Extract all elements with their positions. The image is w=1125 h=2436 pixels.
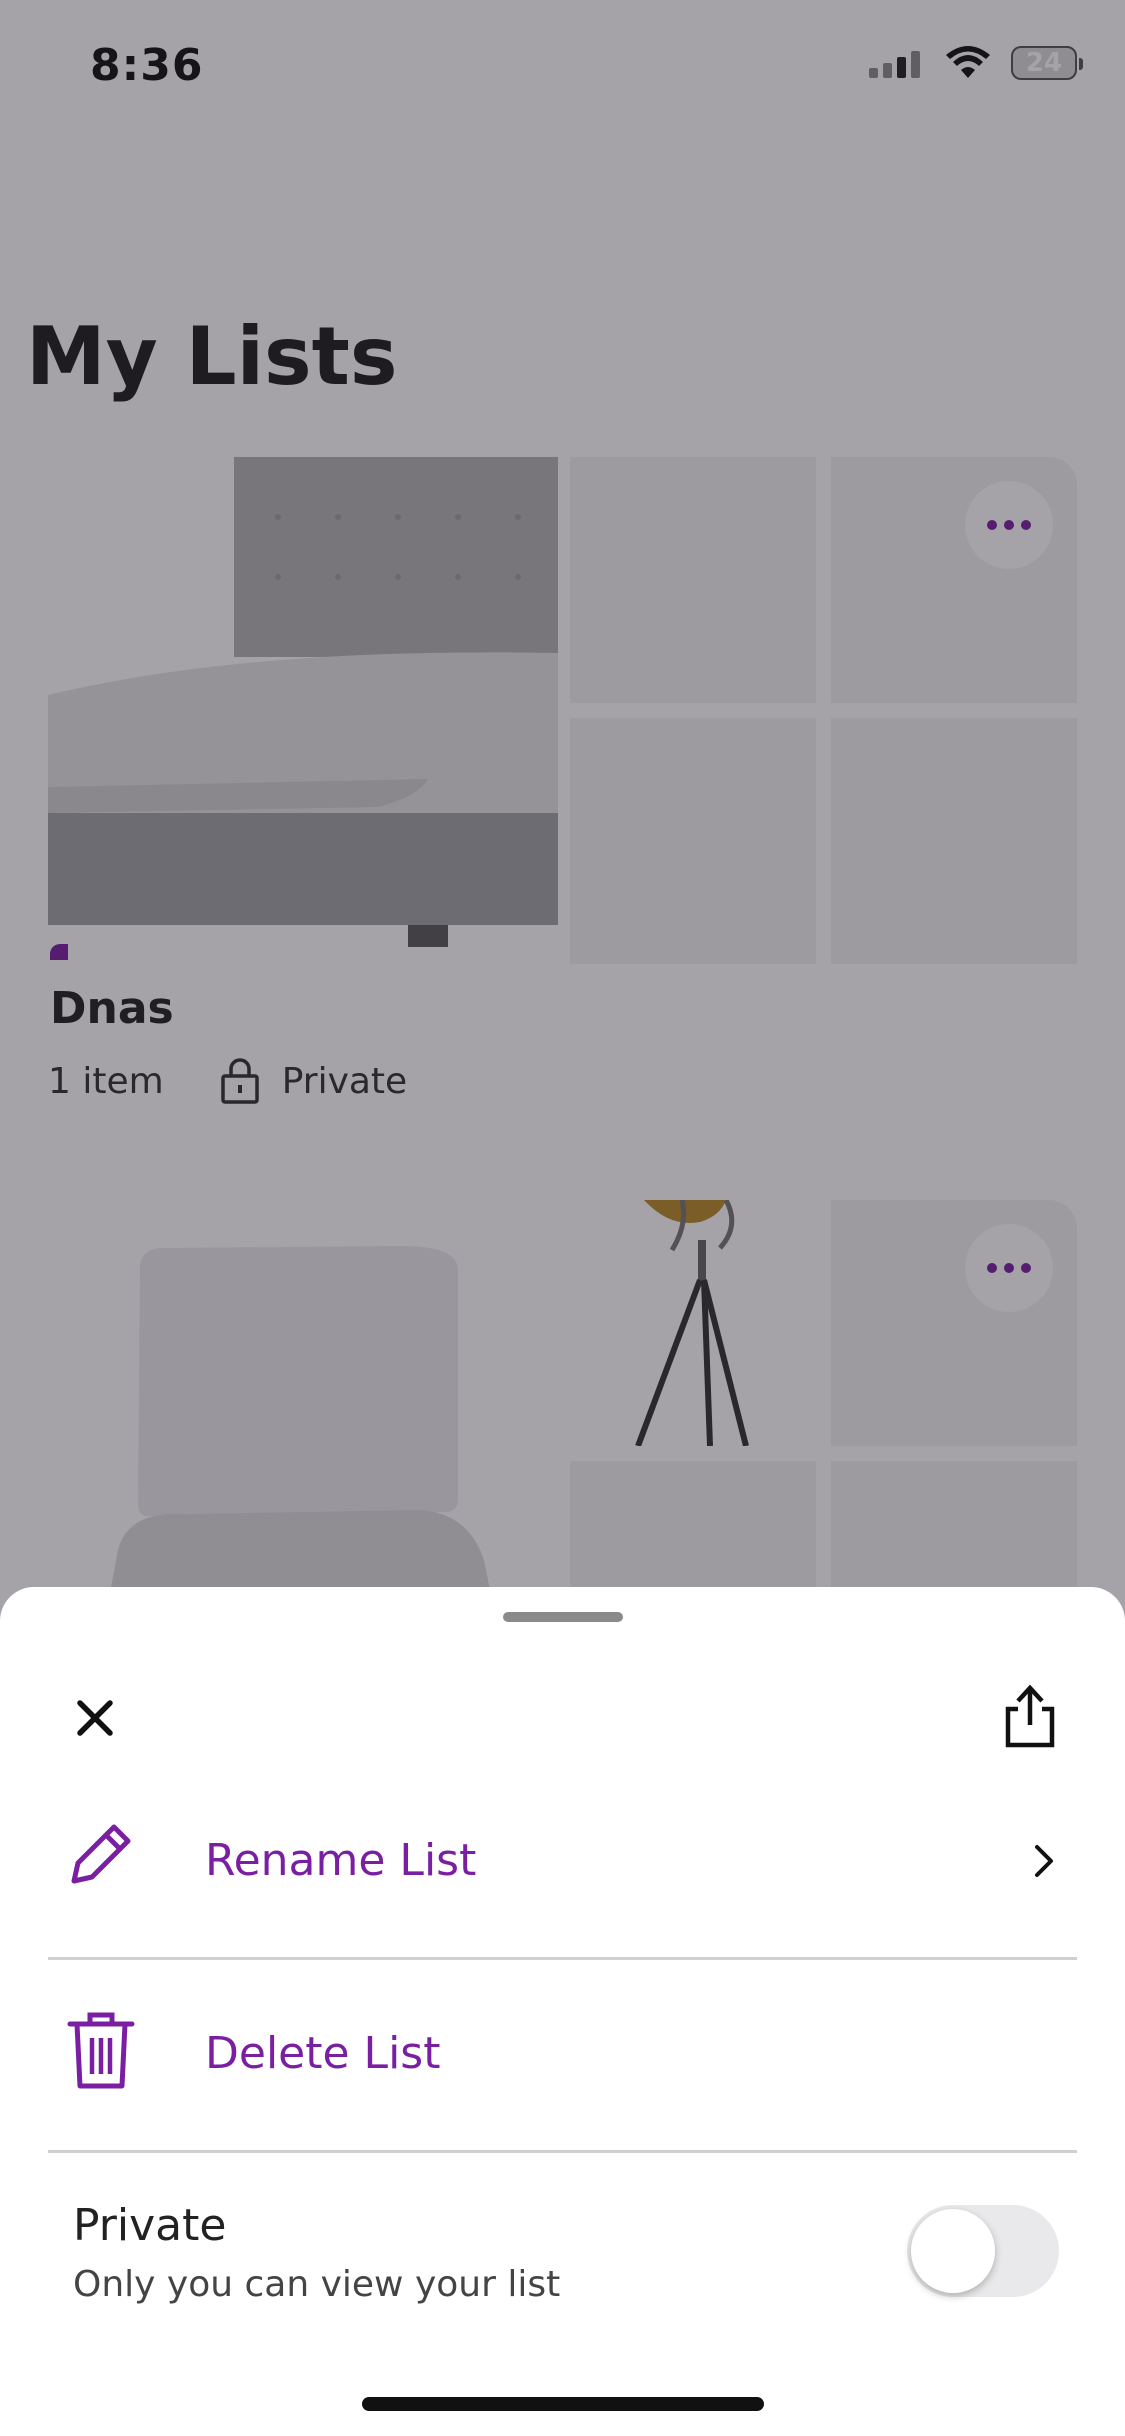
home-indicator[interactable] xyxy=(362,2397,764,2411)
my-lists-screen: 8:36 24 My Lists Dnas 1 item Private Ren… xyxy=(0,0,1125,2436)
private-setting-subtitle: Only you can view your list xyxy=(73,2264,561,2305)
delete-list-row[interactable]: Delete List xyxy=(48,1960,1077,2153)
rename-list-row[interactable]: Rename List xyxy=(48,1767,1077,1960)
share-icon[interactable] xyxy=(1000,1683,1060,1749)
list-options-sheet: Rename List Delete List xyxy=(0,1587,1125,2436)
chevron-right-icon xyxy=(1035,1845,1053,1877)
rename-list-label: Rename List xyxy=(205,1835,477,1886)
private-toggle[interactable] xyxy=(907,2205,1059,2297)
close-icon[interactable] xyxy=(70,1693,120,1743)
sheet-grabber[interactable] xyxy=(503,1612,623,1622)
pencil-icon xyxy=(71,1824,131,1884)
trash-icon xyxy=(67,2012,135,2089)
private-setting-title: Private xyxy=(73,2200,227,2251)
toggle-knob xyxy=(911,2209,995,2293)
delete-list-label: Delete List xyxy=(205,2028,441,2079)
